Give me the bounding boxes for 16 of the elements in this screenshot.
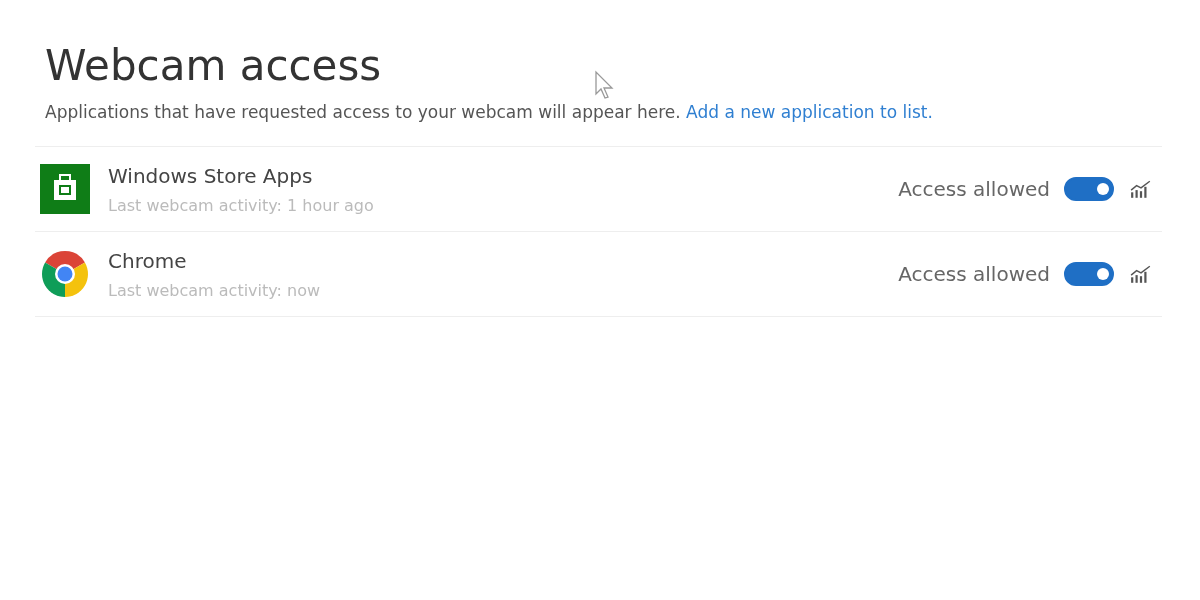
access-status: Access allowed <box>898 262 1050 286</box>
description: Applications that have requested access to your webcam will appear here. Add a new application to list. <box>45 102 934 122</box>
add-application-link[interactable]: Add a new application to list. <box>686 102 933 122</box>
activity-text: Last webcam activity: 1 hour ago <box>108 195 375 215</box>
toggle-switch[interactable] <box>1064 177 1114 201</box>
activity-chart-icon[interactable] <box>1130 264 1152 284</box>
page-title: Webcam access <box>45 40 382 92</box>
mouse-pointer-icon <box>594 70 616 100</box>
toggle-switch[interactable] <box>1064 262 1114 286</box>
activity-text: Last webcam activity: now <box>108 280 322 300</box>
browser-logo-icon <box>40 249 90 299</box>
activity-chart-icon[interactable] <box>1130 179 1152 199</box>
app-name: Windows Store Apps <box>108 163 314 188</box>
access-status: Access allowed <box>898 177 1050 201</box>
shopping-bag-icon <box>40 164 90 214</box>
app-name: Chrome <box>108 248 188 273</box>
